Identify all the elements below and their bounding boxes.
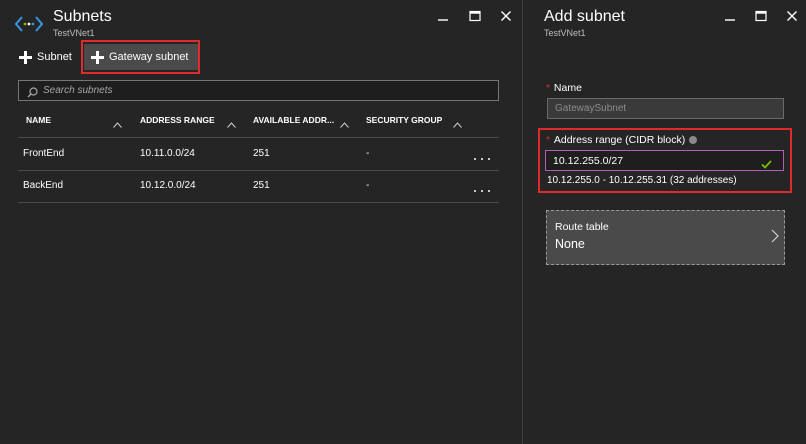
- info-icon[interactable]: [689, 136, 698, 144]
- add-gateway-subnet-label: Gateway subnet: [109, 51, 189, 63]
- plus-icon: [19, 50, 32, 64]
- row-more-icon[interactable]: [474, 156, 490, 162]
- table-divider: [18, 170, 499, 171]
- add-subnet-button[interactable]: Subnet: [19, 44, 72, 70]
- address-range-hint: 10.12.255.0 - 10.12.255.31 (32 addresses…: [547, 175, 737, 186]
- maximize-icon[interactable]: [468, 9, 482, 23]
- close-icon[interactable]: [785, 9, 799, 23]
- table-cell-name[interactable]: FrontEnd: [23, 148, 64, 159]
- checkmark-icon: [761, 156, 772, 169]
- table-cell-name[interactable]: BackEnd: [23, 180, 63, 191]
- close-icon[interactable]: [499, 9, 513, 23]
- add-gateway-subnet-button[interactable]: Gateway subnet: [84, 44, 198, 70]
- sort-chevron-icon[interactable]: [453, 115, 462, 128]
- subnets-blade-title: Subnets: [53, 8, 112, 25]
- table-cell-available: 251: [253, 180, 270, 191]
- chevron-right-icon: [771, 229, 779, 243]
- required-marker: *: [546, 82, 550, 94]
- name-field[interactable]: [547, 98, 784, 119]
- maximize-icon[interactable]: [754, 9, 768, 23]
- subnets-blade: [0, 0, 522, 444]
- sort-chevron-icon[interactable]: [227, 115, 236, 128]
- route-table-label: Route table: [555, 221, 609, 233]
- route-table-value: None: [555, 237, 585, 251]
- table-divider: [18, 137, 499, 138]
- address-range-input-wrapper: [545, 150, 784, 171]
- sort-chevron-icon[interactable]: [113, 115, 122, 128]
- name-field-label: * Name: [546, 82, 582, 94]
- column-header-available-addresses[interactable]: AVAILABLE ADDR...: [253, 113, 334, 127]
- row-more-icon[interactable]: [474, 188, 490, 194]
- route-table-selector[interactable]: Route table None: [546, 210, 785, 265]
- table-cell-security-group: -: [366, 180, 370, 191]
- search-input[interactable]: [43, 85, 483, 96]
- plus-icon: [91, 50, 104, 64]
- name-label-text: Name: [553, 82, 582, 94]
- add-subnet-label: Subnet: [37, 51, 72, 63]
- address-range-label-text: Address range (CIDR block): [553, 134, 686, 146]
- column-header-name[interactable]: NAME: [26, 113, 51, 127]
- add-subnet-blade-title: Add subnet: [544, 8, 625, 25]
- sort-chevron-icon[interactable]: [340, 115, 349, 128]
- search-icon: [27, 85, 38, 98]
- search-box: [18, 80, 499, 101]
- pin-icon[interactable]: [436, 9, 450, 23]
- table-cell-available: 251: [253, 148, 270, 159]
- table-divider: [18, 202, 499, 203]
- column-header-address-range[interactable]: ADDRESS RANGE: [140, 113, 215, 127]
- address-range-field-label: * Address range (CIDR block): [546, 134, 698, 146]
- subnets-blade-subtitle: TestVNet1: [53, 28, 95, 38]
- table-cell-address-range: 10.11.0.0/24: [140, 148, 195, 159]
- virtual-network-icon: [14, 12, 44, 36]
- table-cell-security-group: -: [366, 148, 370, 159]
- add-subnet-blade-subtitle: TestVNet1: [544, 28, 586, 38]
- address-range-input[interactable]: [546, 154, 761, 167]
- table-cell-address-range: 10.12.0.0/24: [140, 180, 196, 191]
- required-marker: *: [546, 134, 550, 146]
- pin-icon[interactable]: [723, 9, 737, 23]
- column-header-security-group[interactable]: SECURITY GROUP: [366, 113, 442, 127]
